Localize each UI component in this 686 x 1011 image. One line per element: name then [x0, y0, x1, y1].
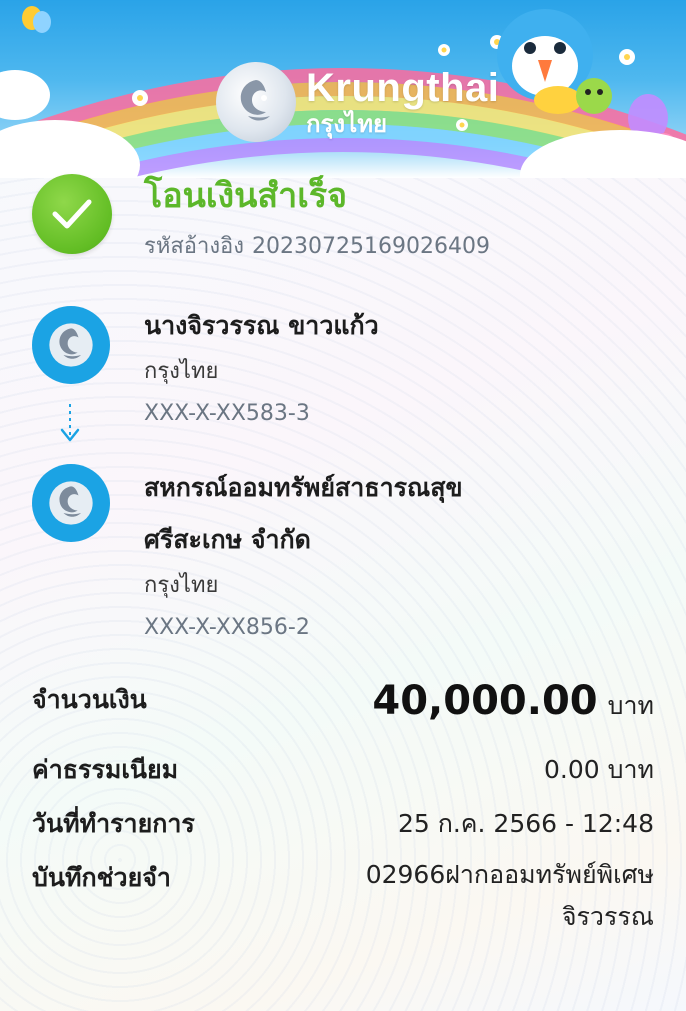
amount-row: จำนวนเงิน 40,000.00 บาท — [32, 678, 654, 726]
header-banner: Krungthai กรุงไทย — [0, 0, 686, 178]
memo-line1: 02966ฝากออมทรัพย์พิเศษ — [365, 860, 654, 889]
bank-logo-icon — [32, 306, 110, 384]
date-value: 25 ก.ค. 2566 - 12:48 — [397, 809, 654, 838]
fee-label: ค่าธรรมเนียม — [32, 755, 179, 784]
brand-name-en: Krungthai — [306, 66, 500, 110]
krungthai-bird-icon — [216, 62, 296, 142]
receiver-account-number: XXX-X-XX856-2 — [144, 615, 310, 640]
memo-label: บันทึกช่วยจำ — [32, 863, 171, 892]
fee-value: 0.00 บาท — [544, 755, 654, 784]
receiver-name-line2: ศรีสะเกษ จำกัด — [144, 525, 311, 554]
memo-row: บันทึกช่วยจำ 02966ฝากออมทรัพย์พิเศษ จิรว… — [32, 858, 654, 938]
receiver-name-line1: สหกรณ์ออมทรัพย์สาธารณสุข — [144, 473, 463, 502]
transfer-status: โอนเงินสำเร็จ รหัสอ้างอิง 202307251690264… — [32, 174, 490, 263]
sender-account-number: XXX-X-XX583-3 — [144, 401, 310, 426]
amount-number: 40,000.00 — [372, 678, 598, 724]
bank-logo-icon — [32, 464, 110, 542]
sender-bank: กรุงไทย — [144, 359, 219, 384]
brand-name-th: กรุงไทย — [306, 110, 388, 138]
fee-row: ค่าธรรมเนียม 0.00 บาท — [32, 750, 654, 790]
memo-value: 02966ฝากออมทรัพย์พิเศษ จิรวรรณ — [294, 854, 654, 938]
receiver-account: สหกรณ์ออมทรัพย์สาธารณสุข ศรีสะเกษ จำกัด … — [32, 462, 463, 650]
reference-label: รหัสอ้างอิง — [144, 234, 245, 259]
amount-unit: บาท — [607, 691, 654, 720]
krungthai-logo: Krungthai กรุงไทย — [216, 62, 499, 142]
receiver-bank: กรุงไทย — [144, 573, 219, 598]
amount-value: 40,000.00 บาท — [372, 678, 654, 726]
sender-account: นางจิรวรรณ ขาวแก้ว กรุงไทย XXX-X-XX583-3 — [32, 300, 379, 436]
arrow-down-icon — [58, 402, 82, 450]
amount-label: จำนวนเงิน — [32, 685, 147, 714]
memo-line2: จิรวรรณ — [561, 902, 654, 931]
reference-value: 20230725169026409 — [252, 234, 490, 259]
check-icon — [32, 174, 112, 254]
date-row: วันที่ทำรายการ 25 ก.ค. 2566 - 12:48 — [32, 804, 654, 844]
date-label: วันที่ทำรายการ — [32, 809, 195, 838]
reference-number: รหัสอ้างอิง 20230725169026409 — [144, 228, 490, 263]
sender-name: นางจิรวรรณ ขาวแก้ว — [144, 311, 379, 340]
status-title: โอนเงินสำเร็จ — [144, 176, 348, 216]
